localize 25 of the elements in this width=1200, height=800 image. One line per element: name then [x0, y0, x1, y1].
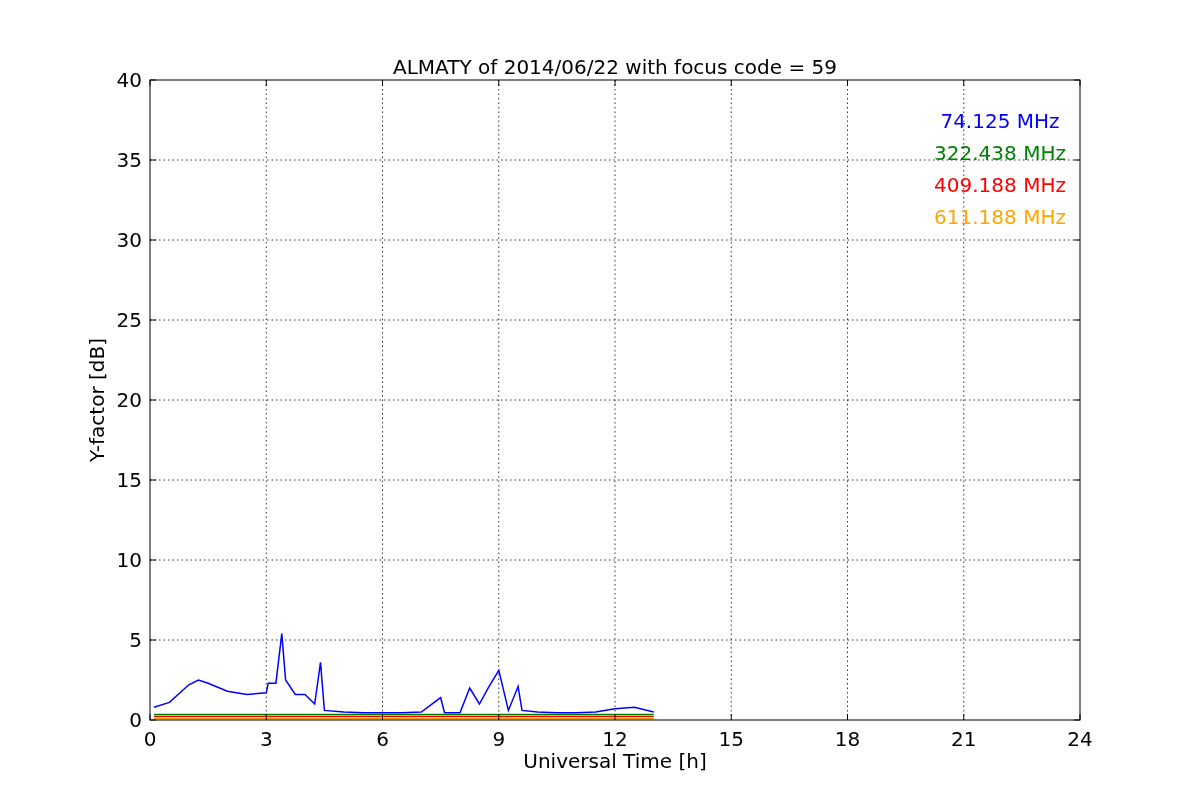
y-tick-label: 10: [116, 548, 142, 572]
x-tick-label: 15: [718, 727, 744, 751]
x-tick-label: 12: [602, 727, 628, 751]
legend-label: 409.188 MHz: [934, 173, 1066, 197]
x-tick-label: 6: [376, 727, 389, 751]
x-tick-label: 9: [492, 727, 506, 751]
legend-label: 322.438 MHz: [934, 141, 1066, 165]
legend-label: 74.125 MHz: [940, 109, 1060, 133]
x-tick-label: 3: [259, 727, 273, 751]
y-tick-label: 5: [129, 628, 142, 652]
x-axis-label: Universal Time [h]: [523, 749, 707, 773]
x-tick-label: 21: [951, 727, 977, 751]
y-tick-label: 40: [116, 68, 142, 92]
y-tick-label: 0: [129, 708, 142, 732]
chart-title: ALMATY of 2014/06/22 with focus code = 59: [393, 55, 837, 79]
y-tick-label: 30: [116, 228, 142, 252]
x-tick-label: 0: [143, 727, 157, 751]
y-axis-label: Y-factor [dB]: [85, 338, 109, 462]
y-tick-label: 35: [116, 148, 142, 172]
x-tick-label: 18: [834, 727, 861, 751]
legend-label: 611.188 MHz: [934, 205, 1066, 229]
x-tick-label: 24: [1067, 727, 1093, 751]
y-tick-label: 15: [116, 468, 142, 492]
y-tick-label: 20: [116, 388, 142, 412]
y-tick-label: 25: [116, 308, 142, 332]
